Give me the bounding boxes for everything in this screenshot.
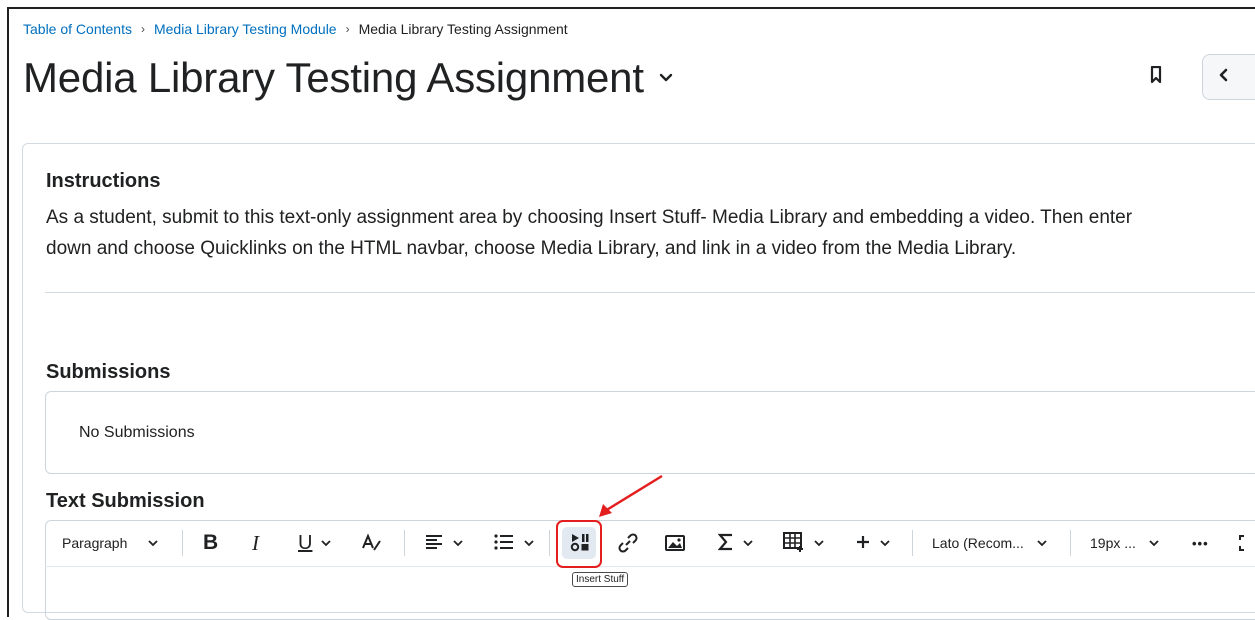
chevron-down-icon	[1036, 539, 1048, 547]
text-submission-heading: Text Submission	[46, 490, 205, 512]
insert-image-icon[interactable]	[665, 520, 685, 566]
chevron-down-icon	[523, 539, 535, 547]
font-size-label: 19px ...	[1090, 535, 1136, 551]
chevron-down-icon[interactable]	[658, 72, 674, 84]
list-button[interactable]	[493, 520, 535, 566]
fullscreen-icon[interactable]	[1238, 520, 1252, 566]
no-submissions-text: No Submissions	[79, 424, 195, 441]
bold-button[interactable]: B	[203, 520, 218, 566]
breadcrumb-separator: ›	[345, 22, 350, 36]
breadcrumb-separator: ›	[140, 22, 145, 36]
chevron-down-icon	[742, 539, 754, 547]
link-icon[interactable]	[617, 520, 639, 566]
instructions-line: down and choose Quicklinks on the HTML n…	[46, 238, 1017, 259]
toolbar-separator	[549, 530, 550, 556]
submissions-heading: Submissions	[46, 361, 171, 383]
sigma-icon	[717, 533, 734, 554]
font-size-select[interactable]: 19px ...	[1090, 520, 1160, 566]
chevron-down-icon	[452, 539, 464, 547]
insert-stuff-tooltip: Insert Stuff	[572, 572, 629, 587]
font-family-label: Lato (Recom...	[932, 535, 1024, 551]
table-button[interactable]	[783, 520, 825, 566]
instructions-heading: Instructions	[46, 170, 161, 192]
bookmark-icon[interactable]	[1150, 65, 1162, 89]
toolbar-separator	[404, 530, 405, 556]
chevron-down-icon	[813, 539, 825, 547]
title-row: Media Library Testing Assignment	[23, 52, 674, 104]
toolbar-separator	[912, 530, 913, 556]
insert-stuff-button[interactable]	[570, 520, 590, 566]
font-family-select[interactable]: Lato (Recom...	[932, 520, 1048, 566]
chevron-down-icon	[879, 539, 891, 547]
divider	[45, 292, 1255, 293]
insert-stuff-icon	[570, 532, 590, 555]
toolbar-separator	[182, 530, 183, 556]
instructions-line: As a student, submit to this text-only a…	[46, 207, 1133, 228]
equation-button[interactable]	[717, 520, 754, 566]
underline-label: U	[298, 531, 313, 554]
align-left-icon	[424, 534, 444, 553]
block-format-select[interactable]: Paragraph	[62, 520, 159, 566]
toolbar-separator	[1070, 530, 1071, 556]
annotation-arrow	[599, 474, 663, 517]
plus-icon	[855, 534, 871, 553]
breadcrumb-link-module[interactable]: Media Library Testing Module	[154, 21, 337, 37]
table-icon	[783, 531, 805, 555]
italic-button[interactable]: I	[252, 520, 259, 566]
breadcrumb: Table of Contents › Media Library Testin…	[23, 21, 568, 37]
breadcrumb-link-table-of-contents[interactable]: Table of Contents	[23, 21, 132, 37]
chevron-down-icon	[320, 539, 332, 547]
block-format-label: Paragraph	[62, 535, 128, 551]
previous-topic-button[interactable]	[1202, 54, 1255, 100]
instructions-text: As a student, submit to this text-only a…	[46, 202, 1255, 264]
text-style-icon[interactable]	[361, 520, 383, 566]
bullet-list-icon	[493, 533, 515, 553]
breadcrumb-current: Media Library Testing Assignment	[358, 21, 568, 37]
editor-toolbar	[45, 520, 1255, 567]
chevron-down-icon	[1148, 539, 1160, 547]
more-actions-button[interactable]: •••	[1192, 520, 1209, 566]
insert-more-button[interactable]	[855, 520, 891, 566]
page-title: Media Library Testing Assignment	[23, 54, 644, 101]
chevron-left-icon	[1218, 67, 1230, 88]
submissions-box	[45, 391, 1255, 474]
underline-button[interactable]: U	[298, 520, 332, 566]
chevron-down-icon	[147, 539, 159, 547]
align-button[interactable]	[424, 520, 464, 566]
